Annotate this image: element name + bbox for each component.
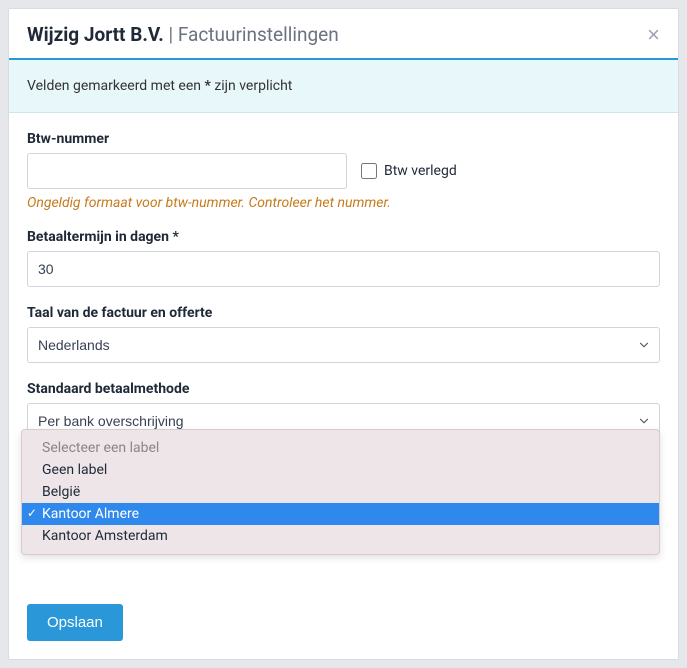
dropdown-placeholder: Selecteer een label xyxy=(22,430,659,459)
vat-reverse-wrap[interactable]: Btw verlegd xyxy=(361,163,457,179)
vat-label: Btw-nummer xyxy=(27,131,660,147)
title-section: | Factuurinstellingen xyxy=(164,23,339,46)
language-label: Taal van de factuur en offerte xyxy=(27,305,660,321)
vat-error: Ongeldig formaat voor btw-nummer. Contro… xyxy=(27,195,660,211)
language-select[interactable]: Nederlands xyxy=(27,327,660,363)
vat-input[interactable] xyxy=(27,153,347,189)
label-dropdown: Selecteer een label Geen label België Ka… xyxy=(21,429,660,555)
dropdown-option-none[interactable]: Geen label xyxy=(22,459,659,481)
close-icon[interactable]: × xyxy=(647,24,660,46)
term-input[interactable] xyxy=(27,251,660,287)
modal-title: Wijzig Jortt B.V. | Factuurinstellingen xyxy=(27,23,339,46)
title-company: Wijzig Jortt B.V. xyxy=(27,23,164,46)
modal-header: Wijzig Jortt B.V. | Factuurinstellingen … xyxy=(9,9,678,60)
term-label: Betaaltermijn in dagen * xyxy=(27,229,660,245)
term-group: Betaaltermijn in dagen * xyxy=(27,229,660,287)
modal-dialog: Wijzig Jortt B.V. | Factuurinstellingen … xyxy=(8,8,679,660)
save-button[interactable]: Opslaan xyxy=(27,604,123,641)
dropdown-option-belgie[interactable]: België xyxy=(22,481,659,503)
vat-reverse-checkbox[interactable] xyxy=(361,163,377,179)
language-group: Taal van de factuur en offerte Nederland… xyxy=(27,305,660,363)
vat-reverse-label: Btw verlegd xyxy=(384,163,457,179)
dropdown-option-amsterdam[interactable]: Kantoor Amsterdam xyxy=(22,525,659,554)
vat-group: Btw-nummer Btw verlegd Ongeldig formaat … xyxy=(27,131,660,211)
form-body: Btw-nummer Btw verlegd Ongeldig formaat … xyxy=(9,113,678,604)
modal-footer: Opslaan xyxy=(9,604,678,659)
paymethod-label: Standaard betaalmethode xyxy=(27,381,660,397)
required-fields-info: Velden gemarkeerd met een * zijn verplic… xyxy=(9,60,678,113)
dropdown-option-almere[interactable]: Kantoor Almere xyxy=(22,503,659,525)
